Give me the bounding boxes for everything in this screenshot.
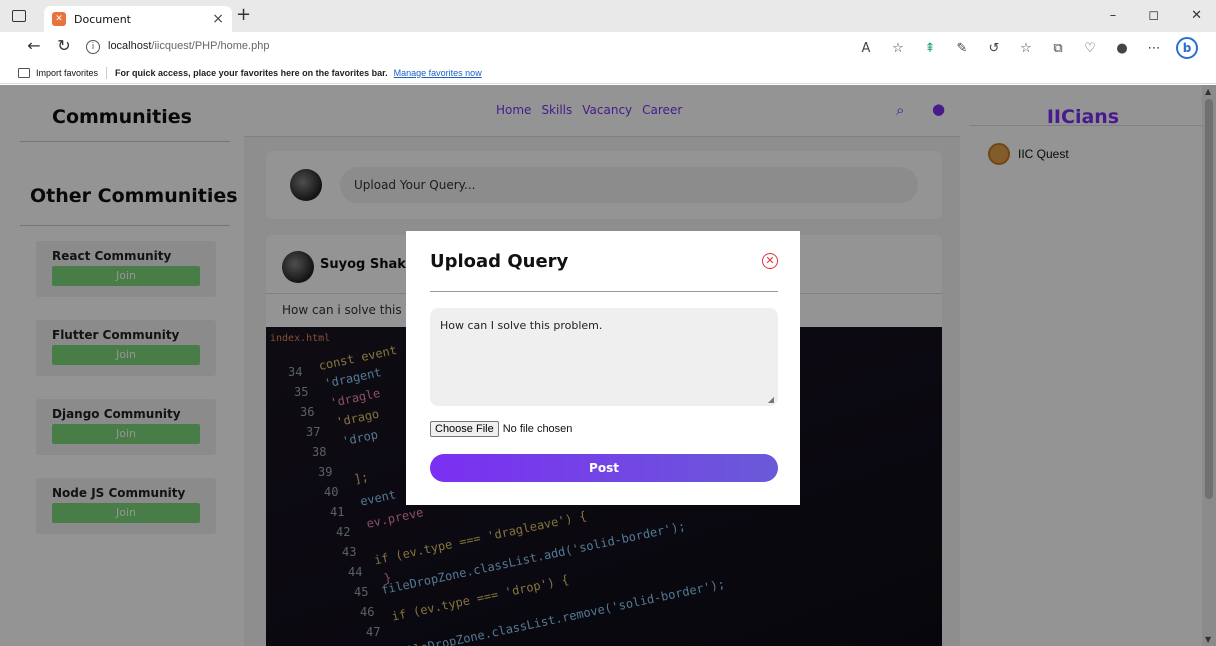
favorites-bar: Import favorites For quick access, place… <box>0 62 1216 84</box>
new-tab-button[interactable]: + <box>236 4 251 25</box>
query-textarea[interactable]: How can I solve this problem. ◢ <box>430 308 778 406</box>
import-favorites-link[interactable]: Import favorites <box>36 68 98 78</box>
favicon-icon: ✕ <box>52 12 66 26</box>
url-host: localhost <box>108 40 152 52</box>
health-icon[interactable]: ♡ <box>1080 41 1100 56</box>
import-icon <box>18 67 30 78</box>
profile-icon[interactable]: ● <box>1112 41 1132 56</box>
favorites-icon[interactable]: ☆ <box>1016 41 1036 56</box>
site-info-icon[interactable]: i <box>86 40 100 54</box>
browser-tab-bar: ✕ Document × + – ◻ ✕ <box>0 0 1216 32</box>
file-status: No file chosen <box>502 423 573 435</box>
more-icon[interactable]: ⋯ <box>1144 41 1164 56</box>
close-window-button[interactable]: ✕ <box>1191 8 1202 23</box>
extension-pin-icon[interactable]: ⇞ <box>920 41 940 56</box>
query-text: How can I solve this problem. <box>440 319 603 332</box>
divider <box>106 66 108 79</box>
browser-toolbar: A ☆ ⇞ ✎ ↺ ☆ ⧉ ♡ ● ⋯ b <box>856 37 1198 59</box>
collections-icon[interactable]: ⧉ <box>1048 41 1068 56</box>
post-button[interactable]: Post <box>430 454 778 482</box>
reload-icon[interactable]: ↻ <box>52 36 76 55</box>
manage-favorites-link[interactable]: Manage favorites now <box>394 68 482 78</box>
tab-title: Document <box>74 12 131 26</box>
divider <box>430 291 778 292</box>
tab-actions-icon[interactable] <box>12 10 26 22</box>
url-field[interactable]: localhost/iicquest/PHP/home.php <box>108 40 269 52</box>
choose-file-button[interactable]: Choose File <box>430 421 499 437</box>
modal-title: Upload Query <box>430 251 569 272</box>
favorite-star-icon[interactable]: ☆ <box>888 41 908 56</box>
file-input: Choose File No file chosen <box>430 421 572 437</box>
bing-icon[interactable]: b <box>1176 37 1198 59</box>
favorites-hint: For quick access, place your favorites h… <box>115 67 388 78</box>
minimize-button[interactable]: – <box>1110 8 1117 23</box>
restore-button[interactable]: ◻ <box>1148 8 1159 23</box>
address-bar: ← ↻ i localhost/iicquest/PHP/home.php A … <box>0 32 1216 62</box>
tab-close-icon[interactable]: × <box>212 11 224 27</box>
url-path: /iicquest/PHP/home.php <box>151 40 270 52</box>
upload-query-modal: Upload Query ✕ How can I solve this prob… <box>406 231 800 505</box>
page: Communities Other Communities React Comm… <box>0 85 1216 646</box>
refresh-extension-icon[interactable]: ↺ <box>984 41 1004 56</box>
resize-grip-icon[interactable]: ◢ <box>768 395 774 404</box>
read-aloud-icon[interactable]: A <box>856 41 876 56</box>
window-controls: – ◻ ✕ <box>1110 8 1202 23</box>
browser-tab[interactable]: ✕ Document × <box>44 6 232 32</box>
back-icon[interactable]: ← <box>22 36 46 55</box>
pen-icon[interactable]: ✎ <box>952 41 972 56</box>
close-icon[interactable]: ✕ <box>762 253 778 269</box>
